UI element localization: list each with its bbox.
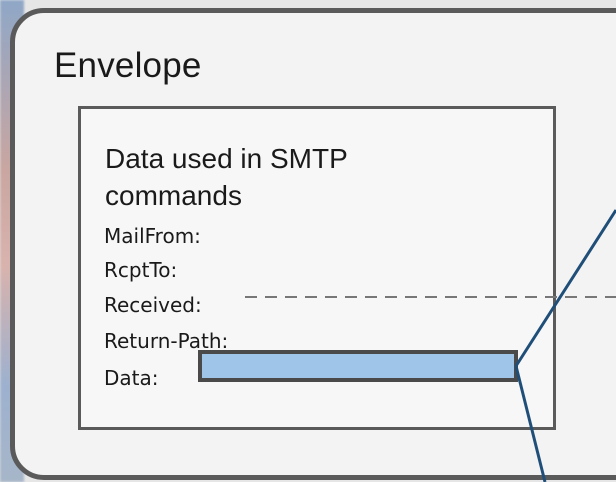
field-returnpath: Return-Path:: [104, 329, 229, 353]
field-rcptto: RcptTo:: [104, 258, 178, 282]
field-received: Received:: [104, 293, 202, 317]
field-data: Data:: [104, 366, 159, 390]
smtp-data-title: Data used in SMTP commands: [105, 143, 348, 211]
diagram-canvas: Envelope Data used in SMTP commands Mail…: [0, 0, 616, 482]
envelope-title: Envelope: [54, 46, 202, 85]
field-mailfrom: MailFrom:: [104, 224, 201, 248]
